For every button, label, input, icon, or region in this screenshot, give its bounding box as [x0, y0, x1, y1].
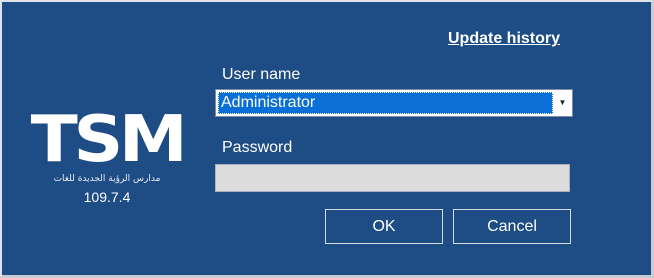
user-name-label: User name [222, 66, 301, 83]
ok-button[interactable]: OK [325, 209, 443, 244]
user-name-selected-value: Administrator [218, 92, 553, 114]
user-name-dropdown[interactable]: Administrator ▼ [215, 89, 573, 117]
update-history-link[interactable]: Update history [448, 30, 560, 48]
password-label: Password [222, 139, 293, 156]
version-label: 109.7.4 [83, 189, 131, 205]
password-field[interactable] [215, 164, 570, 192]
logo-tagline: مدارس الرؤية الجديدة للغات [53, 174, 161, 184]
cancel-button[interactable]: Cancel [453, 209, 571, 244]
tsm-logo: TSM [30, 103, 188, 177]
login-window: Update history TSM مدارس الرؤية الجديدة … [0, 0, 654, 278]
chevron-down-icon[interactable]: ▼ [554, 91, 571, 115]
